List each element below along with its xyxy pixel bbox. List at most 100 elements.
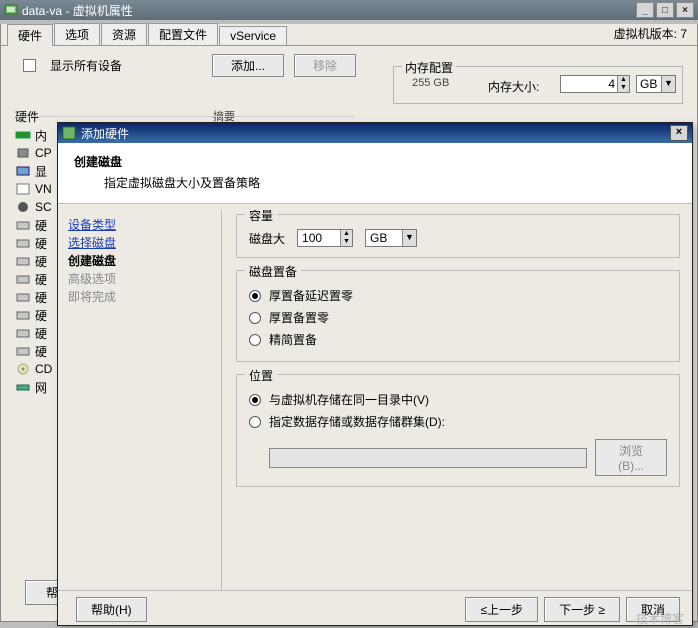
radio-specify-ds-label: 指定数据存储或数据存储群集(D): [269, 411, 445, 433]
list-item[interactable]: CD [15, 360, 59, 378]
disk-size-spinner[interactable]: 100 ▲▼ [297, 229, 353, 247]
radio-thin[interactable] [249, 334, 261, 346]
dialog-titlebar: 添加硬件 × [58, 123, 692, 143]
list-item[interactable]: 硬 [15, 234, 59, 252]
cd-icon [15, 362, 31, 376]
radio-thick-eager-label: 厚置备置零 [269, 307, 329, 329]
memory-label: 内存大小: [488, 78, 539, 95]
list-item[interactable]: 硬 [15, 324, 59, 342]
vm-icon [4, 3, 18, 17]
dialog-subheading: 指定虚拟磁盘大小及置备策略 [104, 174, 676, 191]
network-icon [15, 380, 31, 394]
list-item[interactable]: 网 [15, 378, 59, 396]
spin-down-icon[interactable]: ▼ [340, 238, 352, 246]
add-button[interactable]: 添加... [212, 54, 284, 77]
memory-value-spinner[interactable]: 4▲▼ [560, 75, 630, 93]
tabs-row: 硬件 选项 资源 配置文件 vService 虚拟机版本: 7 [1, 24, 697, 46]
tab-profile[interactable]: 配置文件 [148, 23, 218, 45]
list-item[interactable]: 显 [15, 162, 59, 180]
disk-icon [15, 218, 31, 232]
spin-up-icon[interactable]: ▲ [617, 76, 629, 84]
disk-icon [15, 290, 31, 304]
radio-thick-lazy[interactable] [249, 290, 261, 302]
dialog-body: 设备类型 选择磁盘 创建磁盘 高级选项 即将完成 容量 磁盘大 100▲▼ GB… [58, 204, 692, 590]
tab-resources[interactable]: 资源 [101, 23, 147, 45]
disk-icon [15, 308, 31, 322]
memory-max: 255 GB [412, 77, 449, 89]
memory-icon [15, 128, 31, 142]
tab-hardware[interactable]: 硬件 [7, 24, 53, 46]
disk-size-value: 100 [302, 231, 322, 245]
watermark: 技术博客 [636, 613, 684, 625]
radio-specify-ds[interactable] [249, 416, 261, 428]
nav-finish: 即将完成 [68, 288, 221, 306]
disk-unit-combo[interactable]: GB ▼ [365, 229, 417, 247]
memory-group: 内存配置 255 GB 内存大小: 4▲▼ GB▼ [393, 66, 683, 104]
add-hardware-dialog: 添加硬件 × 创建磁盘 指定虚拟磁盘大小及置备策略 设备类型 选择磁盘 创建磁盘… [57, 122, 693, 626]
radio-thick-eager[interactable] [249, 312, 261, 324]
provision-legend: 磁盘置备 [245, 263, 301, 280]
show-all-checkbox[interactable] [23, 59, 36, 72]
list-item[interactable]: 内 [15, 126, 59, 144]
radio-same-dir[interactable] [249, 394, 261, 406]
next-button[interactable]: 下一步 ≥ [544, 597, 620, 622]
maximize-button[interactable]: □ [656, 2, 674, 18]
list-item[interactable]: 硬 [15, 288, 59, 306]
dialog-footer: 帮助(H) ≤上一步 下一步 ≥ 取消 [58, 590, 692, 628]
provision-group: 磁盘置备 厚置备延迟置零 厚置备置零 精简置备 [236, 270, 680, 362]
header-divider [15, 116, 355, 117]
capacity-label: 磁盘大 [249, 230, 285, 247]
back-button[interactable]: ≤上一步 [465, 597, 538, 622]
location-group: 位置 与虚拟机存储在同一目录中(V) 指定数据存储或数据存储群集(D): 浏览(… [236, 374, 680, 487]
scsi-icon [15, 200, 31, 214]
disk-icon [15, 254, 31, 268]
capacity-legend: 容量 [245, 207, 277, 224]
list-item[interactable]: SC [15, 198, 59, 216]
list-item[interactable]: CP [15, 144, 59, 162]
parent-body: 硬件 选项 资源 配置文件 vService 虚拟机版本: 7 显示所有设备 添… [0, 24, 698, 622]
nav-create-disk: 创建磁盘 [68, 252, 221, 270]
radio-thin-label: 精简置备 [269, 329, 317, 351]
nav-select-disk[interactable]: 选择磁盘 [68, 234, 221, 252]
list-item[interactable]: VN [15, 180, 59, 198]
dialog-title: 添加硬件 [81, 125, 129, 142]
cpu-icon [15, 146, 31, 160]
disk-icon [15, 272, 31, 286]
parent-title: data-va - 虚拟机属性 [22, 2, 133, 19]
list-item[interactable]: 硬 [15, 216, 59, 234]
capacity-group: 容量 磁盘大 100▲▼ GB▼ [236, 214, 680, 258]
spin-up-icon[interactable]: ▲ [340, 230, 352, 238]
dialog-close-button[interactable]: × [670, 125, 688, 141]
list-item[interactable]: 硬 [15, 342, 59, 360]
dialog-header: 创建磁盘 指定虚拟磁盘大小及置备策略 [58, 143, 692, 204]
hardware-list: 内 CP 显 VN SC 硬 硬 硬 硬 硬 硬 硬 硬 CD 网 [15, 126, 59, 396]
remove-button: 移除 [294, 54, 356, 77]
spin-down-icon[interactable]: ▼ [617, 84, 629, 92]
show-all-label: 显示所有设备 [50, 57, 122, 74]
video-icon [15, 164, 31, 178]
list-item[interactable]: 硬 [15, 252, 59, 270]
disk-icon [15, 344, 31, 358]
dialog-heading: 创建磁盘 [74, 153, 676, 170]
list-item[interactable]: 硬 [15, 306, 59, 324]
chevron-down-icon[interactable]: ▼ [661, 76, 675, 92]
tab-options[interactable]: 选项 [54, 23, 100, 45]
datastore-input [269, 448, 587, 468]
disk-unit: GB [370, 231, 387, 245]
dialog-help-button[interactable]: 帮助(H) [76, 597, 147, 622]
tab-vservice[interactable]: vService [219, 26, 287, 45]
wizard-page: 容量 磁盘大 100▲▼ GB▼ 磁盘置备 厚置备延迟置零 厚置备置零 精简置备… [222, 210, 692, 590]
location-legend: 位置 [245, 367, 277, 384]
wizard-nav: 设备类型 选择磁盘 创建磁盘 高级选项 即将完成 [58, 210, 222, 590]
memory-legend: 内存配置 [402, 59, 456, 76]
radio-thick-lazy-label: 厚置备延迟置零 [269, 285, 353, 307]
watermark-l2: 技术博客 [636, 613, 684, 625]
list-item[interactable]: 硬 [15, 270, 59, 288]
close-button[interactable]: × [676, 2, 694, 18]
radio-same-dir-label: 与虚拟机存储在同一目录中(V) [269, 389, 429, 411]
nav-device-type[interactable]: 设备类型 [68, 216, 221, 234]
chevron-down-icon[interactable]: ▼ [402, 230, 416, 246]
disk-icon [15, 236, 31, 250]
memory-unit-combo[interactable]: GB▼ [636, 75, 676, 93]
minimize-button[interactable]: _ [636, 2, 654, 18]
